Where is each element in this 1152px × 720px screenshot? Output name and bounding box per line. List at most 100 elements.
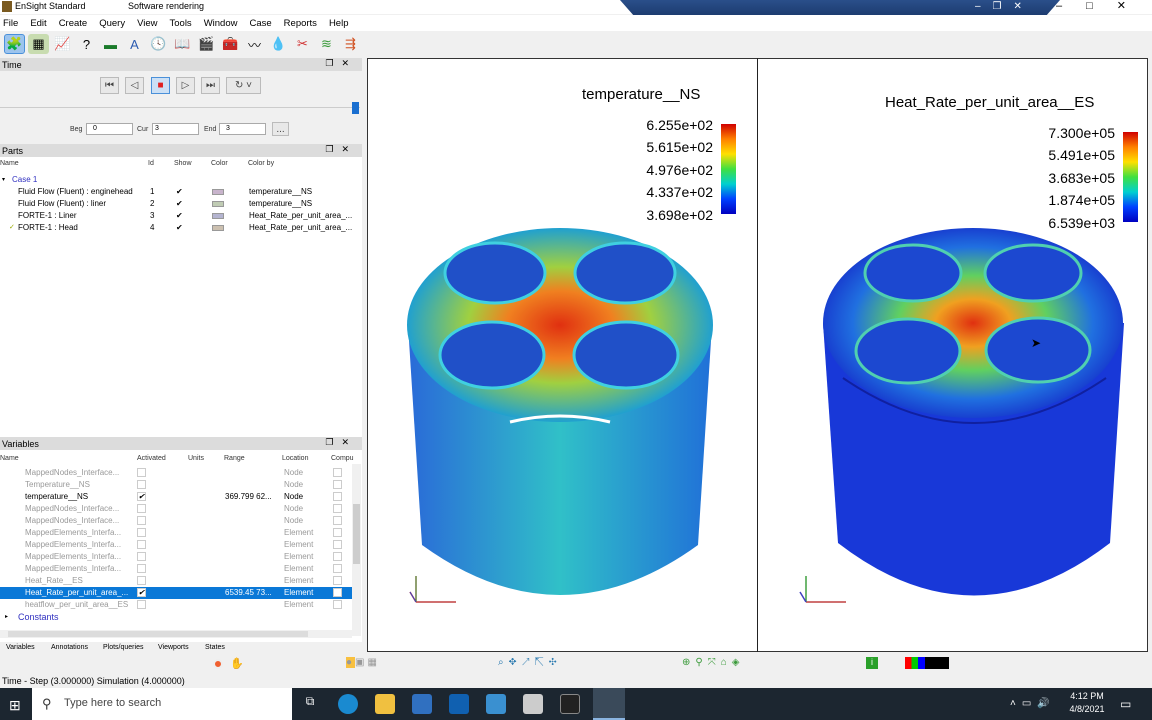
mail-icon[interactable] [449, 694, 469, 714]
menu-tools[interactable]: Tools [170, 18, 192, 29]
last-step-button[interactable]: ⏭ [201, 77, 220, 94]
variable-row[interactable]: MappedElements_Interfa... Element [0, 527, 352, 539]
photos-icon[interactable] [486, 694, 506, 714]
color-swatch[interactable] [212, 213, 224, 219]
tab-plots-queries[interactable]: Plots/queries [103, 644, 143, 651]
windows-start-icon[interactable]: ⊞ [9, 697, 21, 714]
cur-field[interactable]: 3 [152, 123, 199, 135]
color-swatch[interactable] [212, 225, 224, 231]
constants-row[interactable]: ▸ Constants [0, 611, 352, 623]
show-checkbox[interactable]: ✔ [176, 186, 183, 198]
part-row[interactable]: Fluid Flow (Fluent) : liner 2 ✔ temperature… [0, 198, 352, 210]
beg-field[interactable]: 0 [86, 123, 133, 135]
time-slider[interactable] [0, 107, 360, 108]
play-button[interactable]: ▷ [176, 77, 195, 94]
clock[interactable]: 4:12 PM 4/8/2021 [1067, 691, 1107, 714]
transform-tools[interactable]: ⌕✥↗⇱✣ [498, 657, 562, 668]
variable-row[interactable]: Heat_Rate__ES Element [0, 575, 352, 587]
variable-row[interactable]: MappedNodes_Interface... Node [0, 515, 352, 527]
compute-checkbox[interactable] [333, 588, 342, 597]
more-button[interactable]: ... [272, 122, 289, 136]
part-row[interactable]: FORTE-1 : Liner 3 ✔ Heat_Rate_per_unit_area… [0, 210, 352, 222]
view-tools[interactable]: ●▣▦ [346, 657, 396, 671]
variable-row[interactable]: MappedNodes_Interface... Node [0, 467, 352, 479]
compute-checkbox[interactable] [333, 552, 342, 561]
compute-checkbox[interactable] [333, 564, 342, 573]
menu-view[interactable]: View [137, 18, 157, 29]
activated-checkbox[interactable] [137, 480, 146, 489]
activated-checkbox[interactable] [137, 576, 146, 585]
show-checkbox[interactable]: ✔ [176, 210, 183, 222]
elevated-surface-icon[interactable]: ⇶ [340, 34, 361, 54]
notifications-icon[interactable]: ▭ [1120, 697, 1131, 711]
menu-window[interactable]: Window [204, 18, 238, 29]
stop-button[interactable]: ■ [151, 77, 170, 94]
activated-checkbox[interactable]: ✔ [137, 492, 146, 501]
remote-session-bar[interactable]: –❐✕ [620, 0, 1060, 15]
remote-desktop-icon[interactable] [523, 694, 543, 714]
vector-icon[interactable]: ▬ [100, 34, 121, 54]
compute-checkbox[interactable] [333, 576, 342, 585]
edge-icon[interactable] [338, 694, 358, 714]
hand-icon[interactable]: ✋ [230, 657, 244, 670]
streamline-icon[interactable]: 〰 [244, 34, 265, 54]
taskbar-search[interactable]: ⚲ Type here to search [32, 688, 292, 720]
time-slider-handle[interactable] [352, 102, 359, 114]
particle-trace-icon[interactable]: ≋ [316, 34, 337, 54]
movie-icon[interactable]: 🎬 [196, 34, 217, 54]
info-icon[interactable]: i [866, 657, 878, 669]
compute-checkbox[interactable] [333, 540, 342, 549]
variable-row[interactable]: heatflow_per_unit_area__ES Element [0, 599, 352, 611]
task-view-icon[interactable]: ⧉ [300, 694, 320, 714]
activated-checkbox[interactable] [137, 564, 146, 573]
window-controls[interactable]: –□✕ [1056, 0, 1150, 12]
step-back-button[interactable]: ◁ [125, 77, 144, 94]
activated-checkbox[interactable] [137, 528, 146, 537]
file-explorer-icon[interactable] [375, 694, 395, 714]
first-step-button[interactable]: ⏮ [100, 77, 119, 94]
menu-edit[interactable]: Edit [30, 18, 46, 29]
compute-checkbox[interactable] [333, 468, 342, 477]
parts-icon[interactable]: 🧩 [4, 34, 25, 54]
color-swatch[interactable] [212, 189, 224, 195]
activated-checkbox[interactable] [137, 516, 146, 525]
variable-row[interactable]: MappedElements_Interfa... Element [0, 539, 352, 551]
clip-icon[interactable]: ✂ [292, 34, 313, 54]
variable-row[interactable]: temperature__NS ✔ 369.799 62... Node [0, 491, 352, 503]
case-row[interactable]: ▾ Case 1 [0, 174, 352, 186]
tab-states[interactable]: States [205, 644, 225, 651]
horizontal-scrollbar[interactable] [0, 630, 352, 638]
toolbox-icon[interactable]: 🧰 [220, 34, 241, 54]
isosurface-icon[interactable]: 💧 [268, 34, 289, 54]
menu-create[interactable]: Create [59, 18, 88, 29]
ensight-taskbar-icon[interactable] [593, 688, 625, 720]
plot-icon[interactable]: 📈 [52, 34, 73, 54]
tab-annotations[interactable]: Annotations [51, 644, 88, 651]
vertical-scrollbar[interactable] [352, 464, 361, 636]
tab-viewports[interactable]: Viewports [158, 644, 189, 651]
panel-controls[interactable]: ❐✕ [325, 437, 357, 448]
compute-checkbox[interactable] [333, 600, 342, 609]
show-checkbox[interactable]: ✔ [176, 222, 183, 234]
end-field[interactable]: 3 [219, 123, 266, 135]
compute-checkbox[interactable] [333, 504, 342, 513]
query-icon[interactable]: ? [76, 34, 97, 54]
variable-row[interactable]: MappedNodes_Interface... Node [0, 503, 352, 515]
book-icon[interactable]: 📖 [172, 34, 193, 54]
activated-checkbox[interactable] [137, 600, 146, 609]
store-icon[interactable] [412, 694, 432, 714]
viewport-divider[interactable] [757, 58, 758, 652]
variable-row[interactable]: Heat_Rate_per_unit_area_... ✔ 6539.45 73… [0, 587, 352, 599]
activated-checkbox[interactable] [137, 552, 146, 561]
activated-checkbox[interactable] [137, 540, 146, 549]
part-row[interactable]: Fluid Flow (Fluent) : enginehead 1 ✔ temper… [0, 186, 352, 198]
compute-checkbox[interactable] [333, 528, 342, 537]
show-checkbox[interactable]: ✔ [176, 198, 183, 210]
compute-checkbox[interactable] [333, 516, 342, 525]
variable-row[interactable]: Temperature__NS Node [0, 479, 352, 491]
palette-icon[interactable] [905, 657, 949, 669]
activated-checkbox[interactable]: ✔ [137, 588, 146, 597]
color-swatch[interactable] [212, 201, 224, 207]
variable-row[interactable]: MappedElements_Interfa... Element [0, 551, 352, 563]
menu-help[interactable]: Help [329, 18, 349, 29]
